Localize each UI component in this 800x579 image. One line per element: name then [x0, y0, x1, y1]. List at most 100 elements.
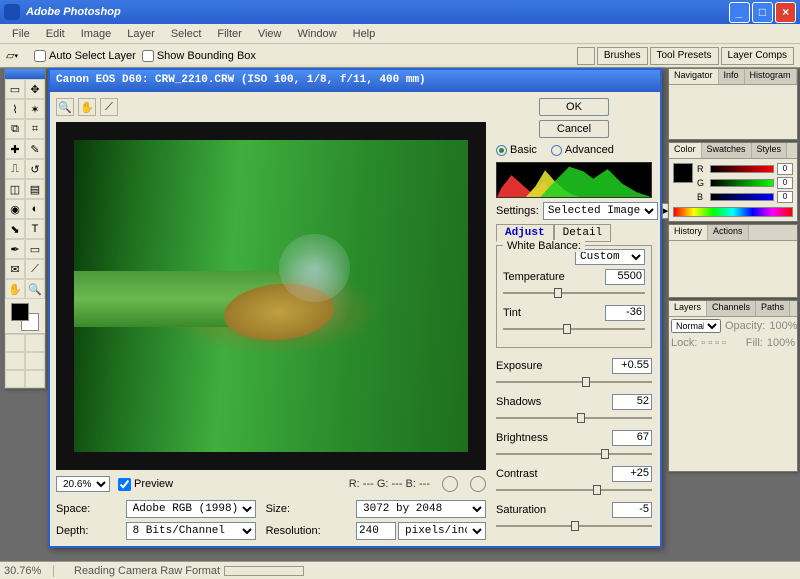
g-slider[interactable]	[710, 179, 774, 187]
zoom-select[interactable]: 20.6%	[56, 476, 110, 492]
stamp-tool-icon[interactable]: ⎍	[5, 159, 25, 179]
tab-styles[interactable]: Styles	[752, 143, 788, 158]
tab-actions[interactable]: Actions	[708, 225, 749, 240]
raw-hand-icon[interactable]: ✋	[78, 98, 96, 116]
resolution-input[interactable]	[356, 522, 396, 540]
g-value[interactable]: 0	[777, 177, 793, 189]
menu-filter[interactable]: Filter	[209, 26, 249, 42]
blend-mode-select[interactable]: Normal	[671, 319, 721, 333]
move-tool-icon[interactable]: ▱▾	[6, 49, 28, 62]
slice-tool-icon[interactable]: ⌗	[25, 119, 45, 139]
path-tool-icon[interactable]: ⬊	[5, 219, 25, 239]
settings-select[interactable]: Selected Image	[543, 202, 658, 220]
tint-slider[interactable]	[503, 323, 645, 335]
tab-info[interactable]: Info	[719, 69, 745, 84]
imageready-icon[interactable]	[25, 370, 45, 388]
resolution-unit-select[interactable]: pixels/inch	[398, 522, 486, 540]
menu-window[interactable]: Window	[290, 26, 345, 42]
notes-tool-icon[interactable]: ✉	[5, 259, 25, 279]
crop-tool-icon[interactable]: ⧉	[5, 119, 25, 139]
screen-mode-2-icon[interactable]	[25, 352, 45, 370]
tab-swatches[interactable]: Swatches	[702, 143, 752, 158]
fill-value[interactable]: 100%	[767, 337, 795, 349]
saturation-slider[interactable]	[496, 520, 652, 532]
color-swatch[interactable]	[5, 299, 45, 333]
tab-color[interactable]: Color	[669, 143, 702, 158]
spectrum-bar[interactable]	[673, 207, 793, 217]
history-brush-icon[interactable]: ↺	[25, 159, 45, 179]
move-tool-icon[interactable]: ✥	[25, 79, 45, 99]
hand-tool-icon[interactable]: ✋	[5, 279, 25, 299]
minimize-button[interactable]: _	[729, 2, 750, 23]
palette-well-icon[interactable]	[577, 47, 595, 65]
menu-image[interactable]: Image	[73, 26, 120, 42]
ok-button[interactable]: OK	[539, 98, 609, 116]
r-slider[interactable]	[710, 165, 774, 173]
brightness-slider[interactable]	[496, 448, 652, 460]
brush-tool-icon[interactable]: ✎	[25, 139, 45, 159]
preview-image[interactable]	[56, 122, 486, 470]
layer-comps-button[interactable]: Layer Comps	[721, 47, 794, 65]
menu-select[interactable]: Select	[163, 26, 210, 42]
shadows-slider[interactable]	[496, 412, 652, 424]
lasso-tool-icon[interactable]: ⌇	[5, 99, 25, 119]
tool-presets-button[interactable]: Tool Presets	[650, 47, 719, 65]
exposure-value[interactable]: +0.55	[612, 358, 652, 374]
tab-layers[interactable]: Layers	[669, 301, 707, 316]
show-bounding-box-checkbox[interactable]: Show Bounding Box	[142, 50, 256, 62]
cancel-button[interactable]: Cancel	[539, 120, 609, 138]
type-tool-icon[interactable]: T	[25, 219, 45, 239]
eyedropper-tool-icon[interactable]: ⟋	[25, 259, 45, 279]
auto-select-layer-checkbox[interactable]: Auto Select Layer	[34, 50, 136, 62]
heal-tool-icon[interactable]: ✚	[5, 139, 25, 159]
depth-select[interactable]: 8 Bits/Channel	[126, 522, 256, 540]
rotate-cw-button[interactable]	[470, 476, 486, 492]
color-fg-swatch[interactable]	[673, 163, 693, 183]
space-select[interactable]: Adobe RGB (1998)	[126, 500, 256, 518]
temperature-value[interactable]: 5500	[605, 269, 645, 285]
eraser-tool-icon[interactable]: ◫	[5, 179, 25, 199]
marquee-tool-icon[interactable]: ▭	[5, 79, 25, 99]
status-zoom[interactable]: 30.76%	[4, 565, 54, 577]
foreground-color[interactable]	[11, 303, 29, 321]
brushes-button[interactable]: Brushes	[597, 47, 648, 65]
gradient-tool-icon[interactable]: ▤	[25, 179, 45, 199]
tab-histogram[interactable]: Histogram	[745, 69, 797, 84]
blur-tool-icon[interactable]: ◉	[5, 199, 25, 219]
screen-mode-3-icon[interactable]	[5, 370, 25, 388]
r-value[interactable]: 0	[777, 163, 793, 175]
standard-mode-icon[interactable]	[5, 334, 25, 352]
b-slider[interactable]	[710, 193, 774, 201]
shadows-value[interactable]: 52	[612, 394, 652, 410]
tab-history[interactable]: History	[669, 225, 708, 240]
temperature-slider[interactable]	[503, 287, 645, 299]
rotate-ccw-button[interactable]	[442, 476, 458, 492]
contrast-value[interactable]: +25	[612, 466, 652, 482]
zoom-tool-icon[interactable]: 🔍	[25, 279, 45, 299]
white-balance-select[interactable]: Custom	[575, 249, 645, 265]
shape-tool-icon[interactable]: ▭	[25, 239, 45, 259]
contrast-slider[interactable]	[496, 484, 652, 496]
toolbox-header[interactable]	[5, 69, 45, 79]
basic-radio[interactable]: Basic	[496, 144, 537, 156]
pen-tool-icon[interactable]: ✒	[5, 239, 25, 259]
menu-view[interactable]: View	[250, 26, 290, 42]
tint-value[interactable]: -36	[605, 305, 645, 321]
menu-file[interactable]: File	[4, 26, 38, 42]
raw-wb-icon[interactable]: ⟋	[100, 98, 118, 116]
menu-layer[interactable]: Layer	[119, 26, 163, 42]
screen-mode-1-icon[interactable]	[5, 352, 25, 370]
preview-checkbox[interactable]: Preview	[118, 478, 173, 491]
b-value[interactable]: 0	[777, 191, 793, 203]
size-select[interactable]: 3072 by 2048	[356, 500, 486, 518]
raw-zoom-icon[interactable]: 🔍	[56, 98, 74, 116]
menu-help[interactable]: Help	[345, 26, 384, 42]
brightness-value[interactable]: 67	[612, 430, 652, 446]
opacity-value[interactable]: 100%	[769, 320, 797, 332]
saturation-value[interactable]: -5	[612, 502, 652, 518]
wand-tool-icon[interactable]: ✶	[25, 99, 45, 119]
tab-paths[interactable]: Paths	[756, 301, 790, 316]
dodge-tool-icon[interactable]: ◐	[25, 199, 45, 219]
lock-icons[interactable]: ▫▫▫▫	[701, 337, 729, 349]
quickmask-mode-icon[interactable]	[25, 334, 45, 352]
